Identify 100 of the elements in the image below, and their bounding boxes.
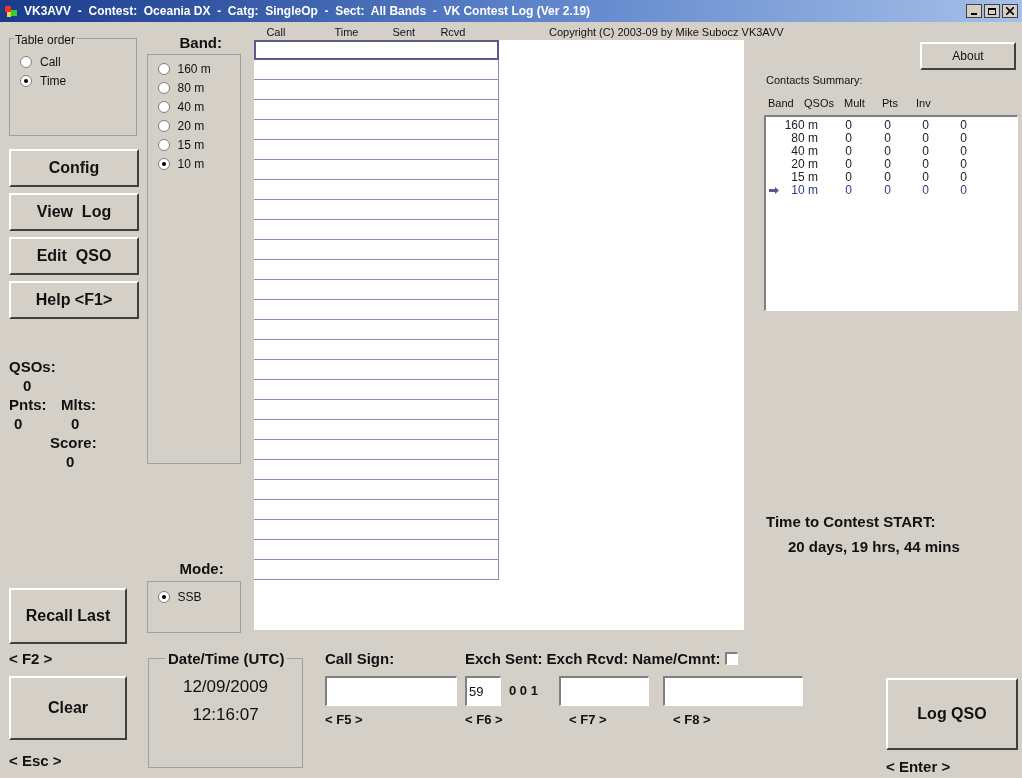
radio-label: 160 m — [177, 60, 211, 78]
log-row[interactable] — [254, 399, 500, 420]
serial-number: 0 0 1 — [509, 682, 539, 701]
exch-sent-field[interactable]: 59 — [465, 676, 501, 706]
side-button[interactable]: Config — [9, 148, 139, 187]
radio-button[interactable] — [157, 591, 170, 604]
minimize-button[interactable] — [966, 3, 982, 18]
log-row[interactable] — [254, 79, 500, 100]
stat-label: QSOs: — [9, 356, 57, 376]
shortcut-label: < Enter > — [886, 756, 952, 777]
summary-cell-text: 0 — [921, 145, 929, 159]
stat-value: 0 — [70, 413, 81, 433]
call-sign-field[interactable] — [325, 676, 457, 706]
maximize-button[interactable] — [984, 3, 1000, 18]
log-row[interactable] — [254, 319, 500, 340]
log-qso-button[interactable]: Log QSO — [886, 677, 1018, 750]
about-button[interactable]: About — [920, 42, 1016, 71]
log-row[interactable] — [254, 419, 500, 440]
log-row[interactable] — [254, 139, 500, 160]
radio-button[interactable] — [157, 81, 170, 94]
radio-label: SSB — [177, 589, 202, 607]
radio-button[interactable] — [157, 119, 170, 132]
log-row[interactable] — [254, 539, 500, 560]
summary-cell-text: 0 — [959, 184, 967, 198]
close-button[interactable] — [1002, 3, 1018, 18]
log-row[interactable] — [254, 39, 500, 60]
log-row[interactable] — [254, 179, 500, 200]
log-row[interactable] — [254, 519, 500, 540]
log-row[interactable] — [254, 439, 500, 460]
radio-button[interactable] — [157, 100, 170, 113]
summary-cell-text: 0 — [921, 171, 929, 185]
log-row[interactable] — [254, 239, 500, 260]
radio-label: 15 m — [177, 136, 205, 154]
radio-button[interactable] — [157, 62, 170, 75]
radio-button[interactable] — [157, 157, 170, 170]
date-text: 12/09/2009 — [182, 675, 269, 698]
summary-cell-text: 0 — [844, 145, 852, 159]
log-row[interactable] — [254, 499, 500, 520]
recall-last-button[interactable]: Recall Last — [9, 587, 127, 644]
summary-cell-text: 20 m — [790, 158, 818, 172]
log-row[interactable] — [254, 459, 500, 480]
summary-cell-text: 0 — [844, 171, 852, 185]
summary-cell-text: 0 — [844, 132, 852, 146]
log-row[interactable] — [254, 339, 500, 360]
summary-cell-text: 0 — [959, 119, 967, 133]
log-row[interactable] — [254, 379, 500, 400]
radio-label: Time — [40, 73, 67, 91]
summary-cell-text: 0 — [883, 145, 891, 159]
radio-label: 80 m — [177, 79, 205, 97]
summary-cell-text: 0 — [921, 184, 929, 198]
exch-rcvd-field[interactable] — [559, 676, 649, 706]
stat-label: Mlts: — [61, 394, 96, 414]
name-comment-checkbox[interactable] — [724, 652, 738, 666]
summary-cell-text: 0 — [883, 158, 891, 172]
log-row[interactable] — [254, 279, 500, 300]
log-row[interactable] — [254, 159, 500, 180]
clear-button[interactable]: Clear — [9, 676, 127, 740]
summary-column-header: Band — [767, 95, 795, 111]
log-row[interactable] — [254, 199, 500, 220]
shortcut-label: < F2 > — [9, 648, 54, 669]
summary-title: Contacts Summary: — [765, 73, 864, 89]
radio-button[interactable] — [20, 75, 32, 88]
summary-column-header: Inv — [916, 95, 932, 111]
summary-cell-text: 40 m — [790, 145, 818, 159]
shortcut-label: < F6 > — [465, 711, 504, 729]
radio-button[interactable] — [157, 138, 170, 151]
log-row[interactable] — [254, 59, 500, 80]
log-row[interactable] — [254, 559, 500, 580]
summary-cell-text: 0 — [921, 132, 929, 146]
summary-cell-text: 0 — [883, 171, 891, 185]
stat-label: Pnts: — [9, 394, 48, 414]
close-icon — [1006, 6, 1014, 15]
summary-cell-text: 0 — [959, 145, 967, 159]
log-row[interactable] — [254, 359, 500, 380]
log-row[interactable] — [254, 99, 500, 120]
summary-column-header: QSOs — [804, 95, 835, 111]
name-comment-field[interactable] — [663, 676, 803, 706]
radio-label: Call — [40, 54, 61, 72]
band-heading: Band: — [178, 32, 223, 53]
log-row[interactable] — [254, 259, 500, 280]
side-button[interactable]: Help <F1> — [9, 280, 139, 319]
mode-heading: Mode: — [178, 559, 225, 580]
summary-cell-text: 0 — [844, 119, 852, 133]
radio-button[interactable] — [20, 56, 32, 69]
summary-column-header: Mult — [844, 95, 866, 111]
side-button[interactable]: View Log — [9, 192, 139, 231]
time-text: 12:16:07 — [192, 703, 259, 726]
summary-cell-text: 0 — [921, 119, 929, 133]
log-row[interactable] — [254, 299, 500, 320]
log-row[interactable] — [254, 479, 500, 500]
radio-label: 40 m — [177, 98, 205, 116]
column-header: Sent — [392, 24, 417, 40]
side-button[interactable]: Edit QSO — [9, 236, 139, 275]
log-row[interactable] — [254, 219, 500, 240]
summary-cell-text: 0 — [883, 184, 891, 198]
log-row[interactable] — [254, 119, 500, 140]
radio-label: 10 m — [177, 155, 205, 173]
summary-cell-text: 0 — [921, 158, 929, 172]
column-header: Time — [334, 24, 360, 40]
window-title: VK3AVV - Contest: Oceania DX - Catg: SingleOp - Sect: All Bands - VK Contest Log (Ver 2.19) — [24, 2, 592, 20]
